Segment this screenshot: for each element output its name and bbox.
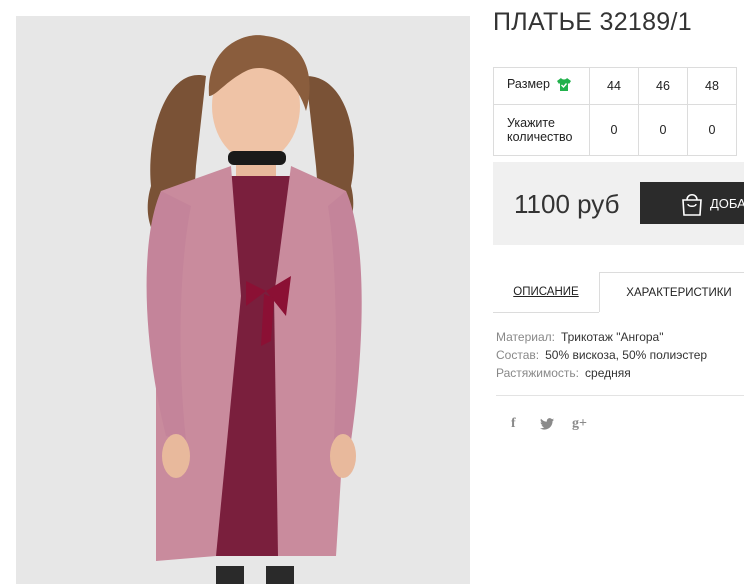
- size-row: Размер 44 46 48: [493, 67, 737, 105]
- size-48[interactable]: 48: [687, 67, 737, 105]
- shopping-bag-icon: [679, 191, 705, 220]
- quantity-label-line1: Укажите: [507, 116, 555, 130]
- quantity-row: Укажите количество 0 0 0: [493, 104, 737, 156]
- size-label-cell: Размер: [493, 67, 590, 105]
- size-46[interactable]: 46: [638, 67, 688, 105]
- quantity-48[interactable]: 0: [687, 104, 737, 156]
- quantity-label-line2: количество: [507, 130, 573, 144]
- quantity-label-cell: Укажите количество: [493, 104, 590, 156]
- product-title: ПЛАТЬЕ 32189/1: [493, 8, 692, 36]
- product-photo[interactable]: [16, 16, 470, 584]
- price-panel: 1100 руб ДОБАВИТЬ В КОРЗИНУ: [493, 162, 744, 245]
- product-image: [16, 16, 470, 584]
- twitter-icon[interactable]: [540, 418, 554, 435]
- add-to-cart-button[interactable]: ДОБАВИТЬ В КОРЗИНУ: [640, 182, 744, 224]
- size-table: Размер 44 46 48 Укажите количество 0 0 0: [493, 67, 737, 156]
- tab-characteristics[interactable]: ХАРАКТЕРИСТИКИ: [599, 272, 744, 312]
- spec-composition: Состав: 50% вискоза, 50% полиэстер: [496, 348, 708, 362]
- size-44[interactable]: 44: [589, 67, 639, 105]
- google-plus-icon[interactable]: g+: [572, 416, 587, 432]
- product-tabs: ОПИСАНИЕ ХАРАКТЕРИСТИКИ: [493, 272, 744, 313]
- spec-stretch: Растяжимость: средняя: [496, 366, 631, 380]
- add-to-cart-label: ДОБАВИТЬ В КОРЗИНУ: [710, 195, 744, 211]
- quantity-46[interactable]: 0: [638, 104, 688, 156]
- size-label: Размер: [507, 77, 550, 91]
- tshirt-icon[interactable]: [556, 77, 572, 95]
- spec-material: Материал: Трикотаж "Ангора": [496, 330, 664, 344]
- price: 1100 руб: [514, 189, 620, 219]
- divider: [496, 395, 744, 396]
- facebook-icon[interactable]: f: [511, 416, 516, 432]
- tab-description[interactable]: ОПИСАНИЕ: [493, 272, 599, 313]
- specs-list: Материал: Трикотаж "Ангора" Состав: 50% ви…: [496, 328, 707, 382]
- quantity-44[interactable]: 0: [589, 104, 639, 156]
